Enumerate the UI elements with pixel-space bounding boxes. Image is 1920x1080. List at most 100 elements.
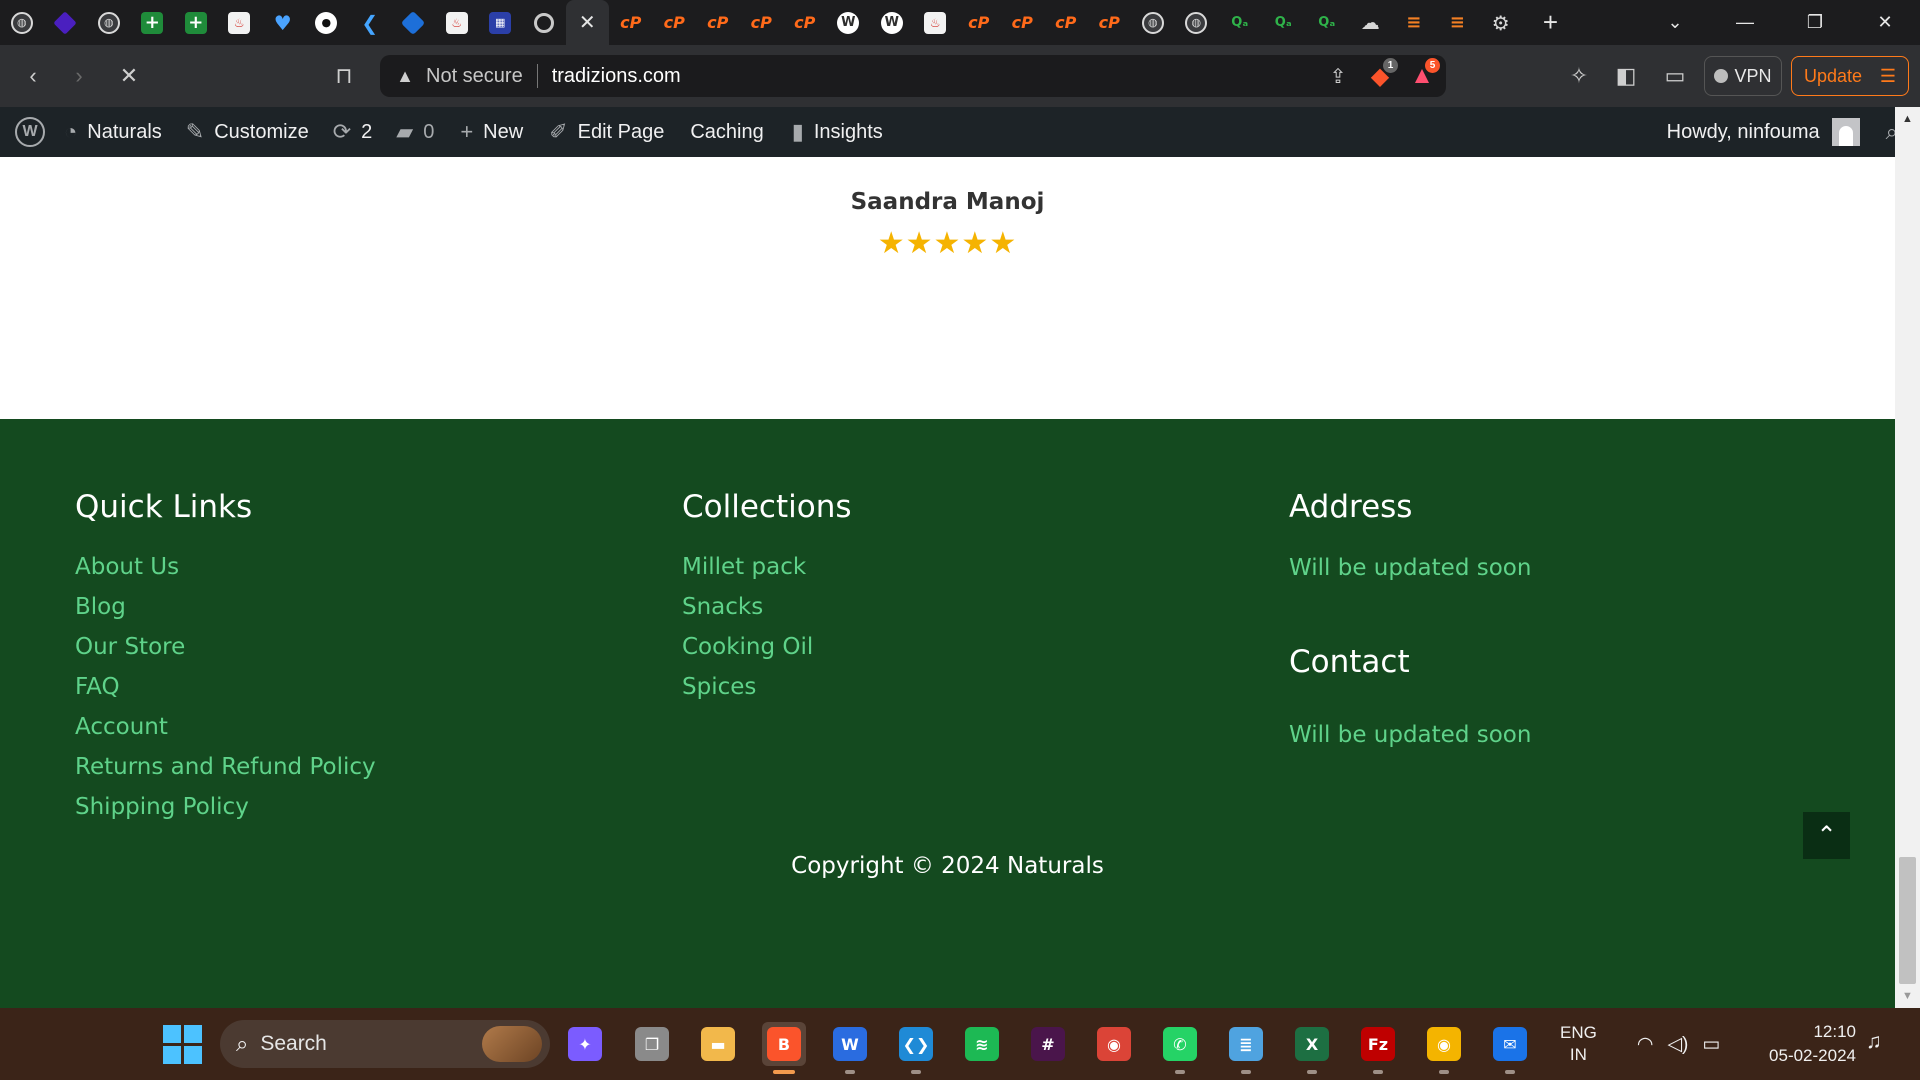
tab[interactable]: ◍: [1131, 0, 1175, 45]
tab[interactable]: W: [827, 0, 871, 45]
bookmark-icon[interactable]: ⊓: [327, 59, 361, 93]
tab[interactable]: ●: [305, 0, 349, 45]
taskbar-app[interactable]: ◉: [1092, 1022, 1136, 1066]
restore-button[interactable]: ❐: [1780, 0, 1850, 45]
footer-link[interactable]: Shipping Policy: [75, 787, 376, 827]
url-text[interactable]: tradizions.com: [552, 65, 681, 88]
site-name-menu[interactable]: ◔ Naturals: [64, 107, 162, 157]
footer-link[interactable]: About Us: [75, 547, 376, 587]
tab[interactable]: cP: [1088, 0, 1132, 45]
taskbar-app[interactable]: ✆: [1158, 1022, 1202, 1074]
tab[interactable]: ◍: [0, 0, 44, 45]
taskbar-app[interactable]: ≣: [1224, 1022, 1268, 1074]
back-to-top-button[interactable]: ⌃: [1803, 812, 1850, 859]
taskbar-app[interactable]: ◉: [1422, 1022, 1466, 1074]
tab[interactable]: ▦: [479, 0, 523, 45]
brave-rewards-icon[interactable]: ▲ 5: [1408, 58, 1440, 90]
new-tab-button[interactable]: +: [1531, 0, 1571, 45]
tab[interactable]: [522, 0, 566, 45]
security-status[interactable]: Not secure: [426, 65, 523, 88]
back-button[interactable]: ‹: [16, 59, 50, 93]
insights-menu[interactable]: ▮ Insights: [792, 107, 883, 157]
notification-bell-icon[interactable]: ♫: [1866, 1030, 1882, 1054]
taskbar-app[interactable]: ▬: [696, 1022, 740, 1066]
scrollbar-thumb[interactable]: [1899, 857, 1916, 984]
footer-link[interactable]: Millet pack: [682, 547, 813, 587]
brave-shields-icon[interactable]: ◆ 1: [1366, 58, 1398, 90]
tab[interactable]: cP: [653, 0, 697, 45]
tab[interactable]: [392, 0, 436, 45]
taskbar-app[interactable]: ❮❯: [894, 1022, 938, 1074]
taskbar-app[interactable]: B: [762, 1022, 806, 1074]
new-content-menu[interactable]: + New: [460, 107, 523, 157]
wifi-icon[interactable]: ◠: [1637, 1033, 1654, 1056]
taskbar-app[interactable]: ✉: [1488, 1022, 1532, 1074]
vpn-button[interactable]: VPN: [1704, 56, 1782, 96]
tab[interactable]: cP: [696, 0, 740, 45]
tab[interactable]: ♨: [218, 0, 262, 45]
taskbar-app[interactable]: Fz: [1356, 1022, 1400, 1074]
clock[interactable]: 12:10 05-02-2024: [1756, 1020, 1856, 1068]
tab[interactable]: +: [174, 0, 218, 45]
tab[interactable]: Qₐ: [1262, 0, 1306, 45]
tab[interactable]: ◍: [1175, 0, 1219, 45]
tab-active[interactable]: ✕: [565, 0, 609, 45]
comments-link[interactable]: ▰ 0: [396, 107, 434, 157]
share-icon[interactable]: ⇪: [1324, 62, 1352, 90]
tab[interactable]: Qₐ: [1305, 0, 1349, 45]
tab[interactable]: ≡: [1436, 0, 1480, 45]
tab[interactable]: ◍: [87, 0, 131, 45]
footer-link[interactable]: Spices: [682, 667, 813, 707]
taskbar-app[interactable]: W: [828, 1022, 872, 1074]
tab[interactable]: ♨: [914, 0, 958, 45]
tab[interactable]: W: [870, 0, 914, 45]
scroll-up-arrow-icon[interactable]: ▲: [1895, 107, 1920, 131]
close-window-button[interactable]: ✕: [1850, 0, 1920, 45]
update-button[interactable]: Update ☰: [1791, 56, 1909, 96]
footer-link[interactable]: Account: [75, 707, 376, 747]
footer-link[interactable]: Cooking Oil: [682, 627, 813, 667]
page-scrollbar[interactable]: ▲ ▼: [1895, 107, 1920, 1008]
tab[interactable]: ⚙: [1479, 0, 1523, 45]
wordpress-logo-icon[interactable]: W: [10, 107, 50, 157]
caching-menu[interactable]: Caching: [690, 107, 763, 157]
edit-page-link[interactable]: ✐ Edit Page: [549, 107, 664, 157]
scroll-down-arrow-icon[interactable]: ▼: [1895, 984, 1920, 1008]
footer-link[interactable]: Our Store: [75, 627, 376, 667]
warning-icon[interactable]: ▲: [394, 65, 416, 87]
howdy-user-menu[interactable]: Howdy, ninfouma: [1667, 121, 1820, 144]
address-bar[interactable]: ▲ Not secure tradizions.com ⇪ ◆ 1 ▲ 5: [380, 55, 1446, 97]
wallet-icon[interactable]: ▭: [1658, 59, 1692, 93]
sidebar-icon[interactable]: ◧: [1609, 59, 1643, 93]
extensions-icon[interactable]: ✧: [1562, 59, 1596, 93]
volume-icon[interactable]: ◁): [1667, 1033, 1688, 1056]
tab[interactable]: cP: [609, 0, 653, 45]
start-button[interactable]: [160, 1022, 204, 1066]
tab[interactable]: cP: [1001, 0, 1045, 45]
footer-link[interactable]: FAQ: [75, 667, 376, 707]
tab[interactable]: cP: [1044, 0, 1088, 45]
tab[interactable]: ≡: [1392, 0, 1436, 45]
tab[interactable]: cP: [740, 0, 784, 45]
customize-link[interactable]: ✎ Customize: [186, 107, 309, 157]
battery-icon[interactable]: ▭: [1702, 1033, 1720, 1056]
tab[interactable]: ♨: [435, 0, 479, 45]
tab[interactable]: cP: [783, 0, 827, 45]
taskbar-app[interactable]: ❐: [630, 1022, 674, 1066]
tab[interactable]: ☁: [1349, 0, 1393, 45]
tab[interactable]: Qₐ: [1218, 0, 1262, 45]
taskbar-app[interactable]: ✦: [563, 1022, 607, 1066]
footer-link[interactable]: Returns and Refund Policy: [75, 747, 376, 787]
language-indicator[interactable]: ENG IN: [1560, 1022, 1597, 1066]
tab[interactable]: cP: [957, 0, 1001, 45]
footer-link[interactable]: Blog: [75, 587, 376, 627]
footer-link[interactable]: Snacks: [682, 587, 813, 627]
tab[interactable]: +: [131, 0, 175, 45]
tab[interactable]: [44, 0, 88, 45]
avatar[interactable]: [1831, 118, 1860, 146]
updates-link[interactable]: ⟳ 2: [333, 107, 373, 157]
taskbar-search[interactable]: ⌕ Search: [220, 1020, 550, 1068]
tab-search-button[interactable]: ⌄: [1640, 0, 1710, 45]
taskbar-app[interactable]: #: [1026, 1022, 1070, 1066]
taskbar-app[interactable]: X: [1290, 1022, 1334, 1074]
